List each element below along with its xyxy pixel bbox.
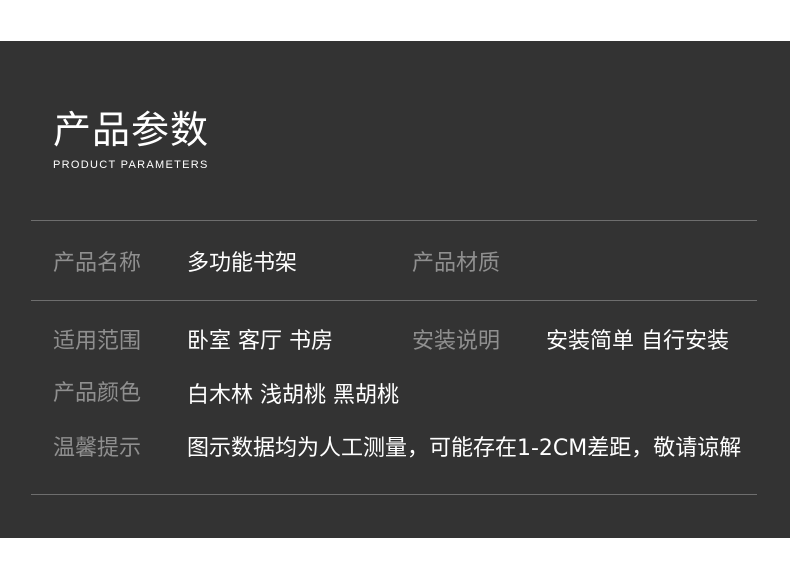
middle-divider: [31, 300, 757, 301]
product-name-value: 多功能书架: [187, 251, 298, 276]
installation-label: 安装说明: [412, 329, 501, 354]
product-parameters-panel: 产品参数 PRODUCT PARAMETERS 产品名称 多功能书架 产品材质 …: [0, 41, 790, 538]
section-title: 产品参数: [53, 108, 210, 152]
notice-label: 温馨提示: [53, 436, 142, 461]
notice-value: 图示数据均为人工测量，可能存在1-2CM差距，敬请谅解: [187, 436, 742, 461]
section-subtitle: PRODUCT PARAMETERS: [53, 159, 209, 171]
product-name-label: 产品名称: [53, 251, 142, 276]
bottom-divider: [31, 494, 757, 495]
installation-value: 安装简单 自行安装: [546, 329, 729, 354]
top-divider: [31, 220, 757, 221]
product-color-label: 产品颜色: [53, 381, 142, 406]
product-color-value: 白木林 浅胡桃 黑胡桃: [187, 383, 399, 408]
usage-scope-label: 适用范围: [53, 329, 142, 354]
product-material-label: 产品材质: [412, 251, 501, 276]
usage-scope-value: 卧室 客厅 书房: [187, 329, 333, 354]
